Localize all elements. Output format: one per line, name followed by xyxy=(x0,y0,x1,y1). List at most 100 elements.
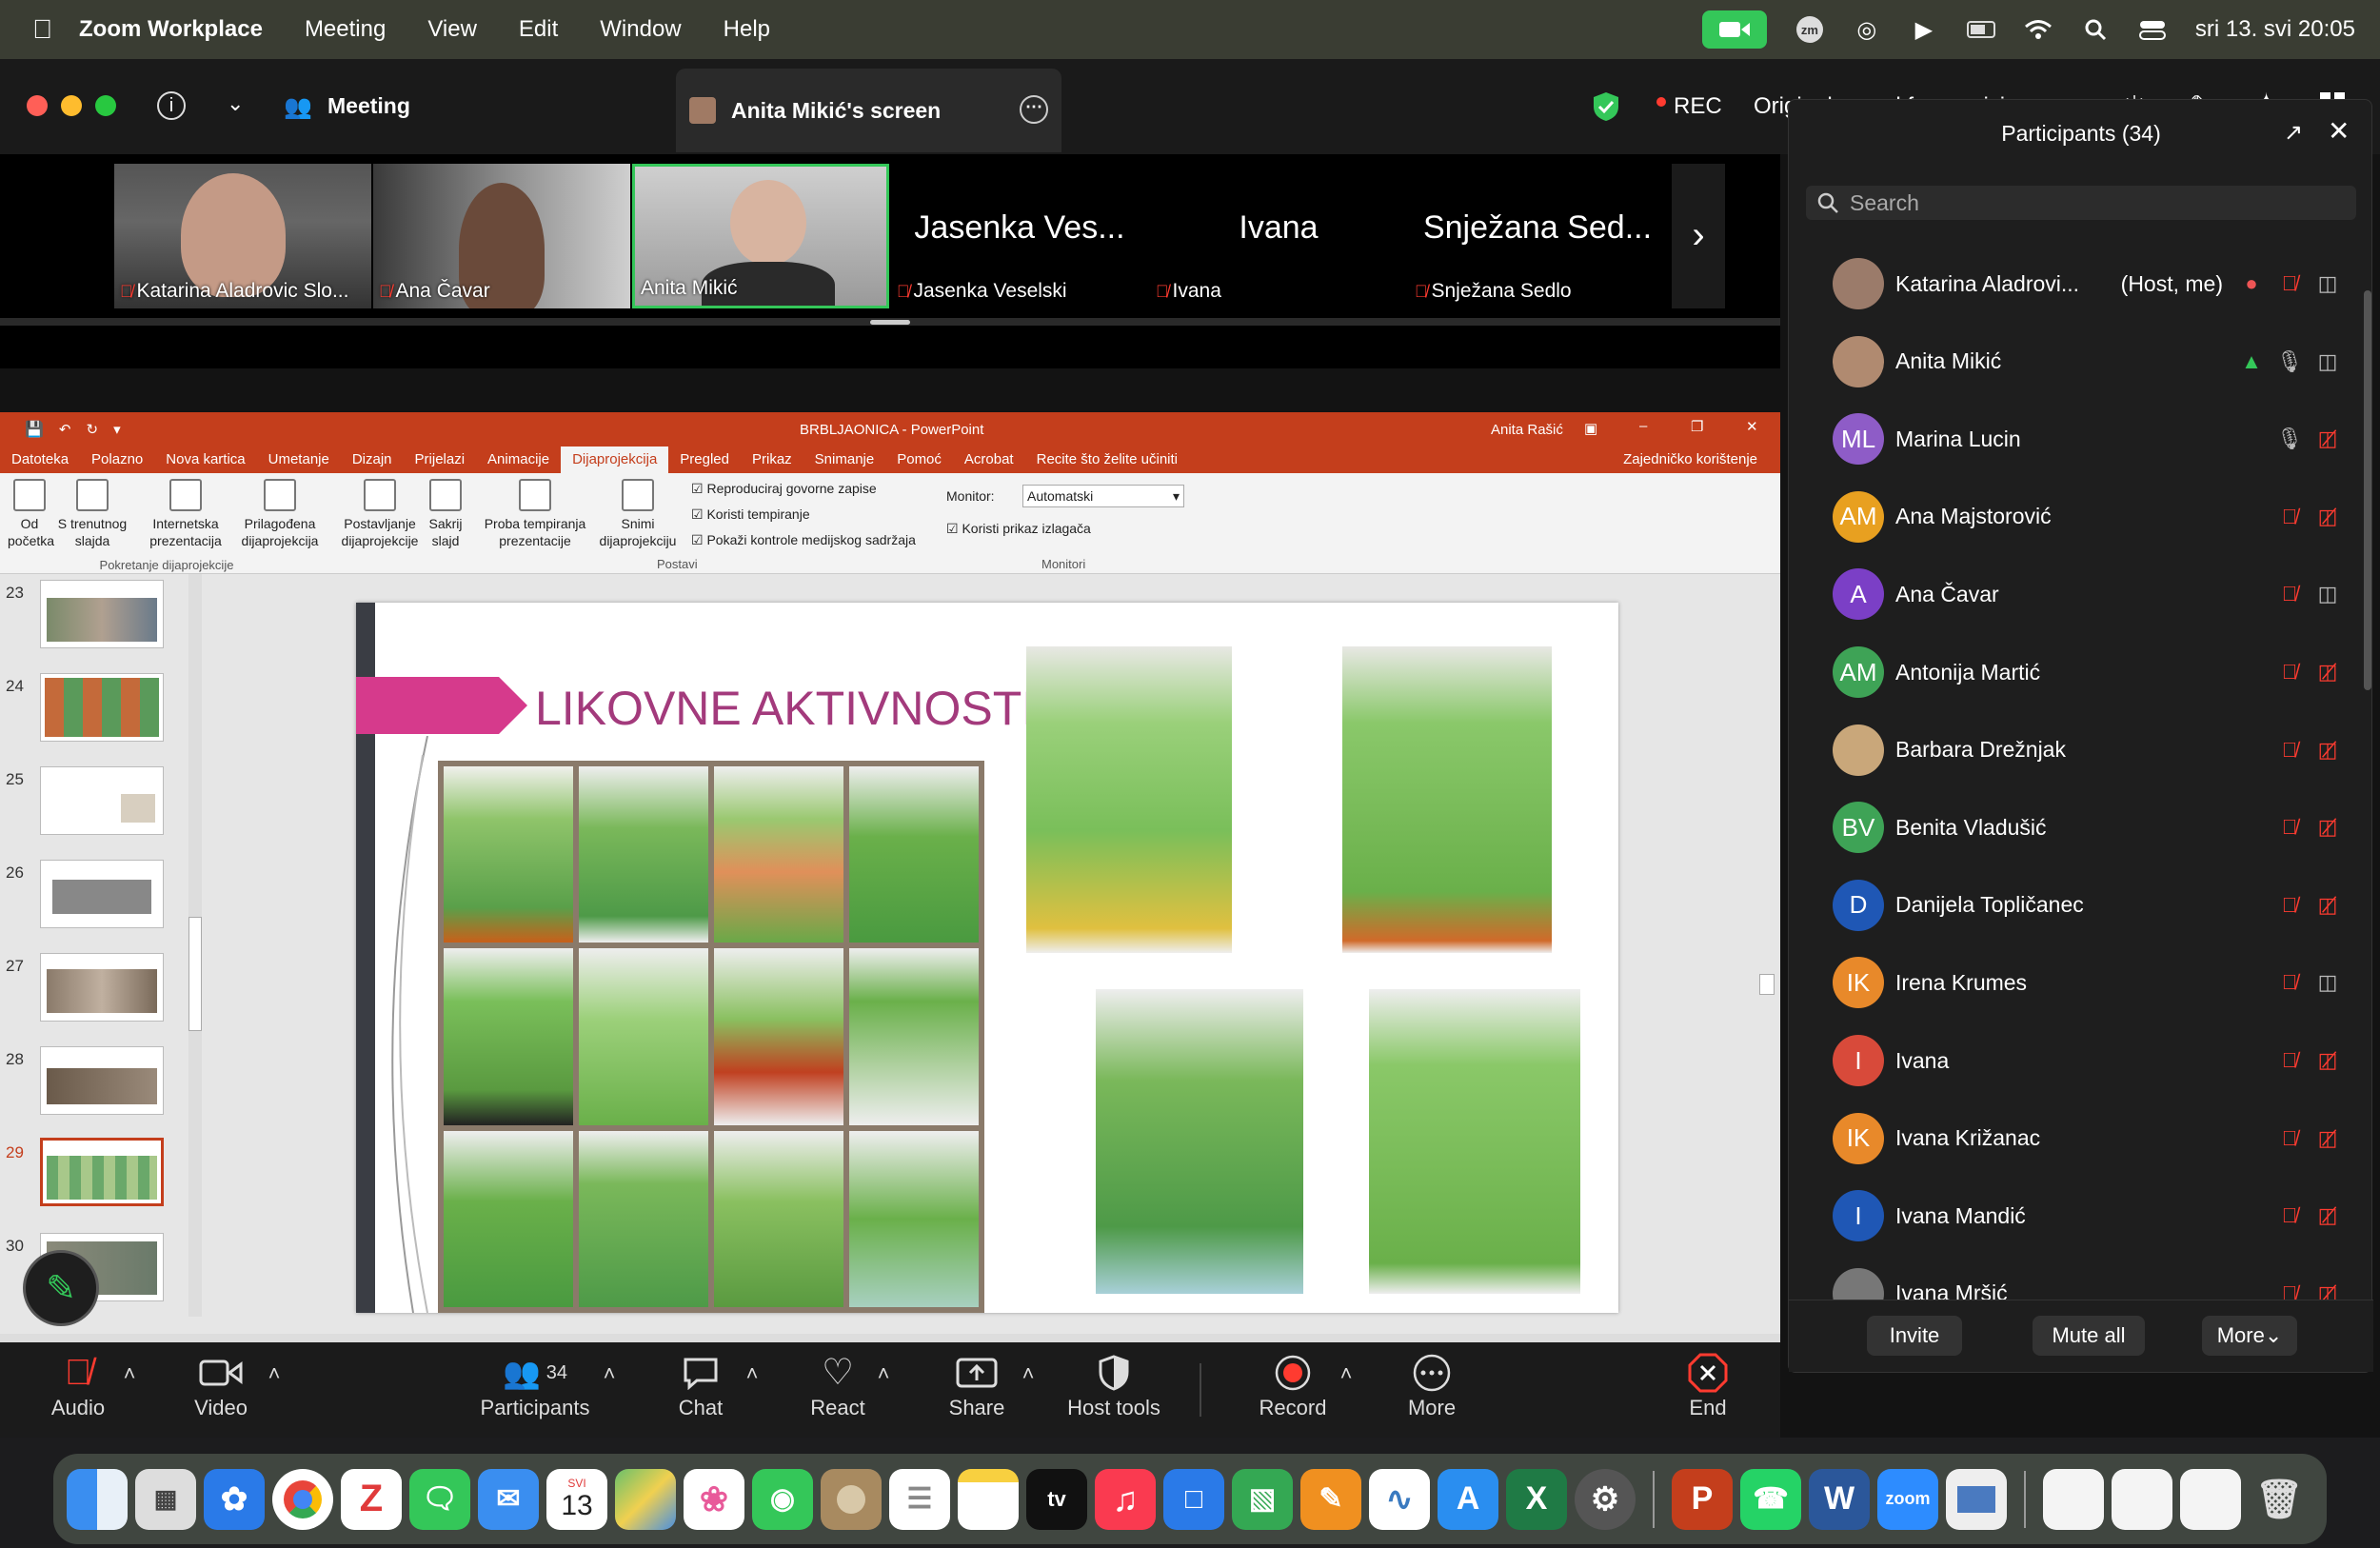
chat-caret-icon[interactable]: ˄ xyxy=(741,1361,764,1386)
next-page-chevron-icon[interactable]: › xyxy=(1672,164,1725,308)
meeting-info-icon[interactable]: i xyxy=(157,91,186,120)
zoom-camera-status-icon[interactable] xyxy=(1701,10,1767,49)
mic-muted-icon[interactable]: 🎙̸ xyxy=(2271,271,2309,296)
participant-row[interactable]: IK Irena Krumes 🎙̸ ◫ xyxy=(1833,954,2347,1011)
ppt-user-name[interactable]: Anita Rašić xyxy=(1491,422,1563,438)
share-button[interactable]: Share xyxy=(944,1350,1009,1420)
participant-row[interactable]: BV Benita Vladušić 🎙̸ ◫̸ xyxy=(1833,799,2347,856)
powerpoint-icon[interactable]: P xyxy=(1672,1468,1733,1530)
mail-icon[interactable]: ✉ xyxy=(478,1468,539,1530)
video-off-icon[interactable]: ◫̸ xyxy=(2309,893,2347,918)
numbers-icon[interactable]: ▧ xyxy=(1232,1468,1293,1530)
video-camera-icon[interactable]: ◫ xyxy=(2309,349,2347,374)
slide-thumbnail[interactable] xyxy=(40,953,164,1022)
participant-row[interactable]: A Ana Čavar 🎙̸ ◫ xyxy=(1833,566,2347,623)
hide-slide-button[interactable]: Sakrij slajd xyxy=(426,479,465,549)
excel-icon[interactable]: X xyxy=(1506,1468,1567,1530)
popout-icon[interactable]: ↗ xyxy=(2284,119,2303,147)
recent-window-thumbnail[interactable] xyxy=(2043,1468,2104,1530)
tab-prijelazi[interactable]: Prijelazi xyxy=(404,451,477,473)
video-off-icon[interactable]: ◫̸ xyxy=(2309,427,2347,451)
participant-row[interactable]: D Danijela Topličanec 🎙̸ ◫̸ xyxy=(1833,877,2347,934)
show-media-controls-checkbox[interactable]: ☑ Pokaži kontrole medijskog sadržaja xyxy=(691,532,916,548)
video-off-icon[interactable]: ◫̸ xyxy=(2309,1126,2347,1151)
video-tile[interactable]: Ivana 🎙̸ Ivana xyxy=(1150,164,1407,308)
slide-thumbnail-selected[interactable] xyxy=(40,1138,164,1206)
slide-thumbnail[interactable] xyxy=(40,1046,164,1115)
chrome-icon[interactable] xyxy=(272,1468,333,1530)
video-tile[interactable]: Jasenka Ves... 🎙̸ Jasenka Veselski xyxy=(891,164,1148,308)
video-tile[interactable]: Snježana Sed... 🎙̸ Snježana Sedlo xyxy=(1409,164,1666,308)
from-current-slide-button[interactable]: S trenutnog slajda xyxy=(57,479,128,549)
custom-slideshow-button[interactable]: Prilagođena dijaprojekcija xyxy=(232,479,327,549)
presenter-view-checkbox[interactable]: ☑ Koristi prikaz izlagača xyxy=(946,521,1091,537)
participant-row[interactable]: I Ivana Mandić 🎙̸ ◫̸ xyxy=(1833,1187,2347,1244)
mic-muted-icon[interactable]: 🎙̸ xyxy=(2271,815,2309,840)
invite-button[interactable]: Invite xyxy=(1867,1316,1962,1356)
recent-window-thumbnail[interactable] xyxy=(2112,1468,2172,1530)
calendar-icon[interactable]: SVI 13 xyxy=(546,1468,607,1530)
apple-tv-icon[interactable]: tv xyxy=(1026,1468,1087,1530)
mic-muted-icon[interactable]: 🎙̸ xyxy=(2271,738,2309,763)
more-button[interactable]: More⌄ xyxy=(2202,1316,2297,1356)
maps-icon[interactable] xyxy=(615,1468,676,1530)
maximize-window-button[interactable] xyxy=(95,95,116,116)
play-icon[interactable]: ▶ xyxy=(1910,17,1938,43)
participant-row[interactable]: Anita Mikić ▲ 🎙 ◫ xyxy=(1833,333,2347,390)
chat-button[interactable]: Chat xyxy=(670,1350,731,1420)
share-screen-tab[interactable]: Anita Mikić's screen ⋯ xyxy=(676,69,1061,152)
tab-nova-kartica[interactable]: Nova kartica xyxy=(154,451,256,473)
meeting-title[interactable]: Meeting xyxy=(327,93,410,119)
video-off-icon[interactable]: ◫̸ xyxy=(2309,1203,2347,1228)
video-camera-icon[interactable]: ◫ xyxy=(2309,582,2347,606)
thumbnail-scrollbar[interactable] xyxy=(188,574,202,1317)
share-caret-icon[interactable]: ˄ xyxy=(1017,1361,1040,1386)
messages-icon[interactable]: 🗨 xyxy=(409,1468,470,1530)
notes-icon[interactable] xyxy=(958,1468,1019,1530)
record-caret-icon[interactable]: ˄ xyxy=(1335,1361,1358,1386)
video-camera-icon[interactable]: ◫ xyxy=(2309,970,2347,995)
system-settings-icon[interactable]: ⚙ xyxy=(1575,1468,1636,1530)
play-narrations-checkbox[interactable]: ☑ Reproduciraj govorne zapise xyxy=(691,481,877,497)
menu-meeting[interactable]: Meeting xyxy=(305,16,386,43)
app-store-icon[interactable]: A xyxy=(1438,1468,1498,1530)
undo-icon[interactable]: ↶ xyxy=(59,421,71,438)
recent-window-thumbnail[interactable] xyxy=(2180,1468,2241,1530)
mic-muted-icon[interactable]: 🎙̸ xyxy=(2271,970,2309,995)
from-beginning-button[interactable]: Od početka xyxy=(8,479,54,549)
slide-thumbnail[interactable] xyxy=(40,580,164,648)
ppt-restore-icon[interactable]: ❐ xyxy=(1691,418,1703,435)
contacts-icon[interactable] xyxy=(821,1468,882,1530)
mute-all-button[interactable]: Mute all xyxy=(2033,1316,2145,1356)
video-tile-active-speaker[interactable]: Anita Mikić xyxy=(632,164,889,308)
privacy-icon[interactable]: ◎ xyxy=(1853,17,1881,43)
safari-icon[interactable]: ✿ xyxy=(204,1468,265,1530)
apple-icon[interactable]:  xyxy=(32,14,52,45)
end-meeting-button[interactable]: End xyxy=(1679,1350,1736,1420)
photos-icon[interactable]: ❀ xyxy=(684,1468,744,1530)
whatsapp-icon[interactable]: ☎ xyxy=(1740,1468,1801,1530)
participants-caret-icon[interactable]: ˄ xyxy=(598,1361,621,1386)
wifi-icon[interactable] xyxy=(2024,17,2053,42)
annotate-pen-icon[interactable]: ✎ xyxy=(23,1250,99,1326)
tab-polazno[interactable]: Polazno xyxy=(80,451,154,473)
menu-window[interactable]: Window xyxy=(600,16,681,43)
encryption-shield-icon[interactable] xyxy=(1592,91,1620,122)
participant-row[interactable]: AM Ana Majstorović 🎙̸ ◫̸ xyxy=(1833,488,2347,546)
word-icon[interactable]: W xyxy=(1809,1468,1870,1530)
video-off-icon[interactable]: ◫̸ xyxy=(2309,815,2347,840)
pages-icon[interactable]: ✎ xyxy=(1300,1468,1361,1530)
spotlight-search-icon[interactable] xyxy=(2081,17,2110,42)
tab-datoteka[interactable]: Datoteka xyxy=(0,451,80,473)
record-button[interactable]: Record xyxy=(1255,1350,1331,1420)
menu-help[interactable]: Help xyxy=(724,16,770,43)
more-options-icon[interactable]: ⋯ xyxy=(1020,95,1048,124)
video-off-icon[interactable]: ◫̸ xyxy=(2309,738,2347,763)
mic-muted-icon[interactable]: 🎙̸ xyxy=(2271,893,2309,918)
mic-muted-icon[interactable]: 🎙̸ xyxy=(2271,1126,2309,1151)
ribbon-display-icon[interactable]: ▣ xyxy=(1584,420,1597,437)
zoom-app-icon[interactable]: zoom xyxy=(1877,1468,1938,1530)
host-tools-button[interactable]: Host tools xyxy=(1064,1350,1163,1420)
participant-row[interactable]: Barbara Drežnjak 🎙̸ ◫̸ xyxy=(1833,722,2347,779)
rehearse-timings-button[interactable]: Proba tempiranja prezentacije xyxy=(476,479,594,549)
